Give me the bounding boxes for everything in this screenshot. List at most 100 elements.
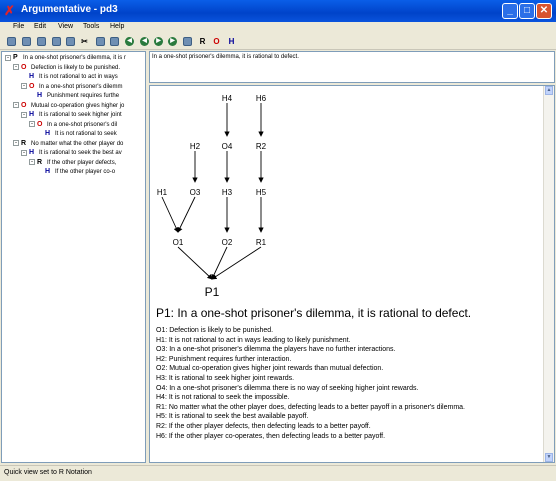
diagram-node-H2[interactable]: H2 <box>190 142 201 151</box>
diagram-node-H4[interactable]: H4 <box>222 94 233 103</box>
tree-expander-icon[interactable]: - <box>13 140 19 146</box>
status-bar: Quick view set to R Notation <box>0 465 556 481</box>
node-type-icon: H <box>29 73 35 80</box>
scroll-down-icon[interactable]: ▼ <box>545 453 553 462</box>
tree-node-label: It is rational to seek higher joint <box>39 112 122 119</box>
tree-node-label: It is rational to seek the best av <box>39 150 122 157</box>
diagram-node-O3[interactable]: O3 <box>190 188 201 197</box>
tree-expander-icon[interactable]: - <box>21 149 27 156</box>
proposition-item: O3: In a one-shot prisoner's dilemma the… <box>156 346 396 354</box>
tree-node-label: In a one-shot prisoner's dil <box>47 121 118 128</box>
tree-node-label: Defection is likely to be punished. <box>31 64 121 71</box>
node-type-icon: P <box>13 54 18 61</box>
tree-node[interactable]: - H It is rational to seek higher joint <box>21 110 122 119</box>
status-text: Quick view set to R Notation <box>4 469 92 476</box>
node-type-icon: R <box>37 158 43 166</box>
node-type-icon: H <box>45 168 51 175</box>
diagram-node-O4[interactable]: O4 <box>222 142 233 151</box>
tree-node-label: It is not rational to seek <box>55 131 117 138</box>
new-icon[interactable] <box>52 37 61 46</box>
node-type-icon: R <box>21 139 27 147</box>
diagram-node-R2[interactable]: R2 <box>256 142 267 151</box>
proposition-item: H2: Punishment requires further interact… <box>156 355 292 363</box>
diagram-node-H6[interactable]: H6 <box>256 94 267 103</box>
tree-expander-icon[interactable]: - <box>21 83 27 89</box>
r-notation-button[interactable]: R <box>198 37 207 46</box>
diagram-node-H3[interactable]: H3 <box>222 188 233 197</box>
diagram-node-O1[interactable]: O1 <box>173 238 184 247</box>
tree-expander-icon[interactable]: - <box>29 121 35 127</box>
proposition-item: H1: It is not rational to act in ways le… <box>156 336 351 344</box>
tree-node[interactable]: - R No matter what the other player do <box>13 139 123 148</box>
menu-bar: File Edit View Tools Help <box>0 22 556 35</box>
tree-node-label: In a one-shot prisoner's dilemm <box>39 83 123 90</box>
open-icon[interactable] <box>7 37 16 46</box>
tree-node[interactable]: - O Defection is likely to be punished. <box>13 63 120 72</box>
tree-node[interactable]: - O Mutual co-operation gives higher jo <box>13 101 124 110</box>
node-type-icon: H <box>45 130 51 137</box>
close-button[interactable]: ✕ <box>536 3 552 19</box>
diagram-node-R1[interactable]: R1 <box>256 238 267 247</box>
menu-file[interactable]: File <box>13 23 24 30</box>
tree-node-label: If the other player co-o <box>55 169 116 176</box>
tree-node[interactable]: H It is not rational to act in ways <box>21 72 118 81</box>
menu-help[interactable]: Help <box>110 23 124 30</box>
edit-icon[interactable] <box>183 37 192 46</box>
nav-next-icon[interactable]: ▶ <box>154 37 163 46</box>
proposition-item: O1: Defection is likely to be punished. <box>156 327 274 334</box>
nav-last-icon[interactable]: ▶ <box>168 37 177 46</box>
tree-node[interactable]: - P In a one-shot prisoner's dilemma, it i… <box>5 53 126 62</box>
tree-node[interactable]: H It is not rational to seek <box>37 129 117 138</box>
tree-node-label: In a one-shot prisoner's dilemma, it is … <box>23 55 126 62</box>
diagram-canvas: H4 H6 H2 O4 R2 H1 O3 H3 H5 O1 O2 R1 P1 P1: In a one-… <box>149 85 555 463</box>
vertical-scrollbar[interactable]: ▲ ▼ <box>543 86 554 462</box>
cut-icon[interactable]: ✂ <box>80 37 89 46</box>
paste-icon[interactable] <box>96 37 105 46</box>
diagram-node-P1[interactable]: P1 <box>205 285 220 299</box>
tree-node-label: If the other player defects, <box>47 159 117 166</box>
menu-view[interactable]: View <box>58 23 73 30</box>
edge-O3-O1 <box>177 196 196 233</box>
tree-expander-icon[interactable]: - <box>5 54 11 61</box>
tree-node[interactable]: - R If the other player defects, <box>29 158 116 167</box>
node-type-icon: H <box>29 149 35 156</box>
proposition-item: H5: It is rational to seek the best avai… <box>156 413 309 421</box>
text-editor[interactable]: In a one-shot prisoner's dilemma, it is … <box>149 51 555 83</box>
tree-node[interactable]: - H It is rational to seek the best av <box>21 148 122 157</box>
find-icon[interactable] <box>110 37 119 46</box>
diagram-node-H1[interactable]: H1 <box>157 188 168 197</box>
menu-tools[interactable]: Tools <box>83 23 99 30</box>
nav-prev-icon[interactable]: ◀ <box>140 37 149 46</box>
proposition-item: O2: Mutual co-operation gives higher joi… <box>156 365 384 373</box>
tree-expander-icon[interactable]: - <box>29 159 35 165</box>
node-type-icon: O <box>21 101 27 109</box>
minimize-button[interactable]: _ <box>502 3 518 19</box>
tree-expander-icon[interactable]: - <box>13 102 19 108</box>
tree-node[interactable]: - O In a one-shot prisoner's dilemm <box>21 82 123 91</box>
tree-node[interactable]: H Punishment requires furthe <box>29 91 119 100</box>
proposition-item: R1: No matter what the other player does… <box>156 403 465 411</box>
title-bar: ✗ Argumentative - pd3 _ □ ✕ <box>0 0 556 22</box>
diagram-node-H5[interactable]: H5 <box>256 188 267 197</box>
tree-node[interactable]: - O In a one-shot prisoner's dil <box>29 120 117 129</box>
maximize-button[interactable]: □ <box>519 3 535 19</box>
tree-expander-icon[interactable]: - <box>13 64 19 70</box>
proposition-item: H4: It is not rational to seek the impos… <box>156 394 290 402</box>
save-icon[interactable] <box>22 37 31 46</box>
proposition-item: R2: If the other player defects, then de… <box>156 422 371 430</box>
tree-node[interactable]: H If the other player co-o <box>37 167 115 176</box>
scroll-up-icon[interactable]: ▲ <box>545 86 553 95</box>
diagram-heading: P1: In a one-shot prisoner's dilemma, it… <box>156 306 472 320</box>
h-notation-button[interactable]: H <box>227 37 236 46</box>
o-notation-button[interactable]: O <box>212 37 221 46</box>
copy-icon[interactable] <box>66 37 75 46</box>
editor-text[interactable]: In a one-shot prisoner's dilemma, it is … <box>152 54 299 60</box>
menu-edit[interactable]: Edit <box>34 23 46 30</box>
tree-expander-icon[interactable]: - <box>21 111 27 118</box>
print-icon[interactable] <box>37 37 46 46</box>
nav-first-icon[interactable]: ◀ <box>125 37 134 46</box>
tree-node-label: It is not rational to act in ways <box>39 74 118 81</box>
proposition-item: H3: It is rational to seek higher joint … <box>156 374 295 382</box>
argument-tree[interactable]: - P In a one-shot prisoner's dilemma, it i… <box>1 51 146 463</box>
diagram-node-O2[interactable]: O2 <box>222 238 233 247</box>
